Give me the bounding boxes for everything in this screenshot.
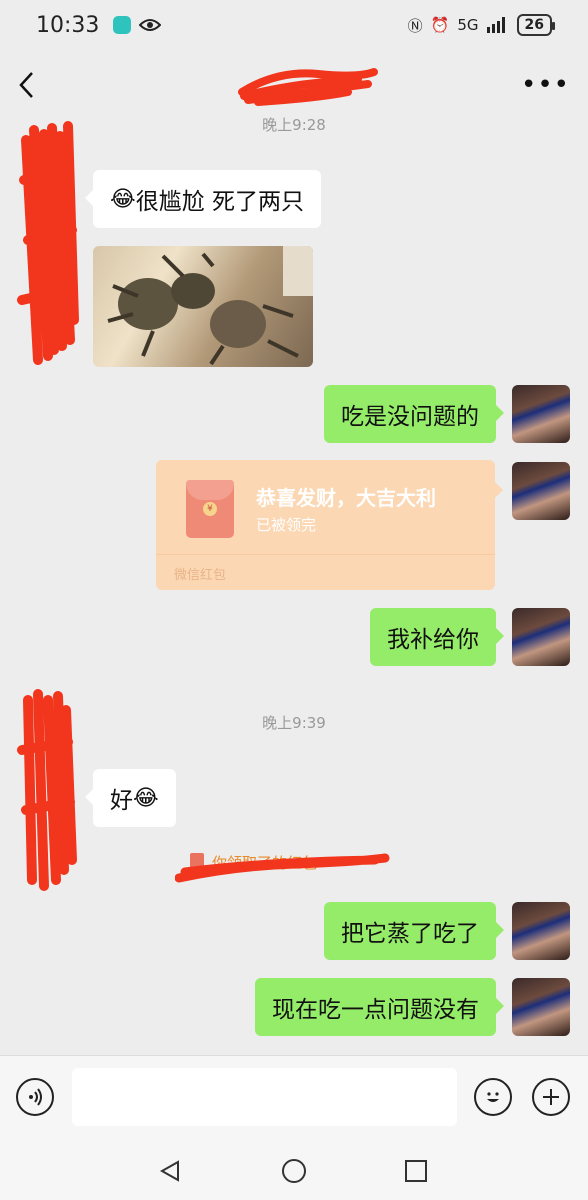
crab-photo[interactable]: [93, 246, 313, 367]
redaction-scribble: [175, 853, 390, 883]
message-text: 把它蒸了吃了: [341, 921, 479, 947]
avatar-self[interactable]: [512, 385, 570, 443]
avatar-self[interactable]: [512, 608, 570, 666]
laughing-emoji-icon: 😂: [133, 785, 159, 811]
eye-icon: [139, 19, 162, 31]
message-text: 好: [110, 788, 133, 814]
message-bubble-right[interactable]: 我补给你: [370, 608, 504, 666]
voice-icon[interactable]: [16, 1078, 54, 1116]
system-navigation-bar: [0, 1140, 588, 1200]
status-bar: 10:33 Ⓝ ⏰ 5G 26: [0, 0, 588, 50]
chat-header: •••: [0, 50, 588, 120]
avatar-self[interactable]: [512, 902, 570, 960]
laughing-emoji-icon: 😂: [110, 186, 136, 212]
battery-indicator: 26: [516, 14, 556, 36]
message-bubble-left[interactable]: 😂 很尴尬 死了两只: [84, 170, 322, 228]
red-packet-icon: ¥: [186, 480, 234, 538]
message-text: 吃是没问题的: [341, 404, 479, 430]
timestamp: 晚上9:28: [262, 116, 326, 134]
message-bubble-left[interactable]: 好 😂: [85, 769, 176, 827]
chevron-left-icon[interactable]: [18, 65, 48, 105]
message-bubble-right[interactable]: 把它蒸了吃了: [324, 902, 504, 960]
input-bar: [0, 1055, 588, 1140]
status-time: 10:33: [36, 12, 100, 38]
red-packet-status: 已被领完: [256, 516, 317, 534]
wechat-notification-icon: [113, 16, 132, 34]
message-bubble-right[interactable]: 现在吃一点问题没有: [255, 978, 504, 1036]
red-packet-footer: 微信红包: [174, 568, 227, 583]
signal-icon: [486, 17, 505, 33]
emoji-icon[interactable]: [474, 1078, 512, 1116]
nav-back-icon[interactable]: [155, 1156, 185, 1186]
more-dots-icon[interactable]: •••: [521, 70, 570, 100]
network-label: 5G: [457, 16, 479, 34]
nfc-icon: Ⓝ: [407, 16, 423, 35]
avatar-self[interactable]: [512, 462, 570, 520]
message-text: 我补给你: [387, 627, 479, 653]
red-packet-card[interactable]: ¥ 恭喜发财，大吉大利 已被领完 微信红包: [156, 460, 503, 590]
red-packet-title: 恭喜发财，大吉大利: [256, 486, 436, 510]
message-text: 很尴尬 死了两只: [135, 189, 305, 215]
message-text: 现在吃一点问题没有: [272, 997, 479, 1023]
alarm-icon: ⏰: [430, 16, 450, 34]
nav-home-icon[interactable]: [279, 1156, 309, 1186]
timestamp: 晚上9:39: [262, 714, 326, 732]
status-icons: Ⓝ ⏰ 5G 26: [407, 14, 556, 36]
avatar-self[interactable]: [512, 978, 570, 1036]
message-input[interactable]: [72, 1068, 457, 1126]
avatar-redacted[interactable]: [17, 689, 80, 891]
avatar-redacted[interactable]: [17, 120, 80, 370]
plus-icon[interactable]: [532, 1078, 570, 1116]
nav-recent-icon[interactable]: [401, 1156, 431, 1186]
chat-message-list[interactable]: 晚上9:28 😂 很尴尬 死了两只 吃是没问题的 ¥ 恭喜发财，大吉大利 已被领…: [0, 116, 588, 1055]
message-bubble-right[interactable]: 吃是没问题的: [324, 385, 504, 443]
crab-illustration: [107, 246, 313, 366]
redaction-scribble: [238, 68, 378, 106]
